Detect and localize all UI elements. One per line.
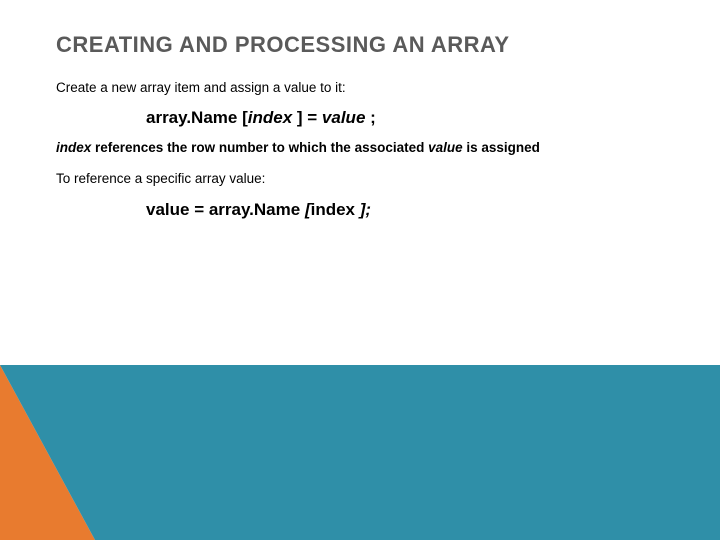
ref-value: value bbox=[428, 140, 463, 155]
code1-index: index bbox=[248, 108, 292, 127]
code2-bracket-close: ]; bbox=[360, 200, 371, 219]
code2-part-a: value = array.Name bbox=[146, 200, 305, 219]
teal-polygon-shape bbox=[0, 365, 720, 540]
footer-shape bbox=[0, 365, 720, 540]
ref-end: is assigned bbox=[463, 140, 540, 155]
code1-part-c: ] = bbox=[292, 108, 322, 127]
code1-part-e: ; bbox=[365, 108, 375, 127]
slide-title: CREATING AND PROCESSING AN ARRAY bbox=[56, 32, 680, 58]
reference-explanation: index references the row number to which… bbox=[56, 140, 680, 155]
ref-mid: references the row number to which the a… bbox=[91, 140, 428, 155]
code-example-2: value = array.Name [index ]; bbox=[146, 200, 680, 220]
ref-index: index bbox=[56, 140, 91, 155]
code-example-1: array.Name [index ] = value ; bbox=[146, 108, 680, 128]
intro-text-1: Create a new array item and assign a val… bbox=[56, 78, 680, 98]
code1-value: value bbox=[322, 108, 365, 127]
intro-text-2: To reference a specific array value: bbox=[56, 169, 680, 189]
slide: CREATING AND PROCESSING AN ARRAY Create … bbox=[0, 0, 720, 540]
content-area: CREATING AND PROCESSING AN ARRAY Create … bbox=[56, 32, 680, 232]
code2-index: index bbox=[311, 200, 360, 219]
code1-part-a: array.Name [ bbox=[146, 108, 248, 127]
